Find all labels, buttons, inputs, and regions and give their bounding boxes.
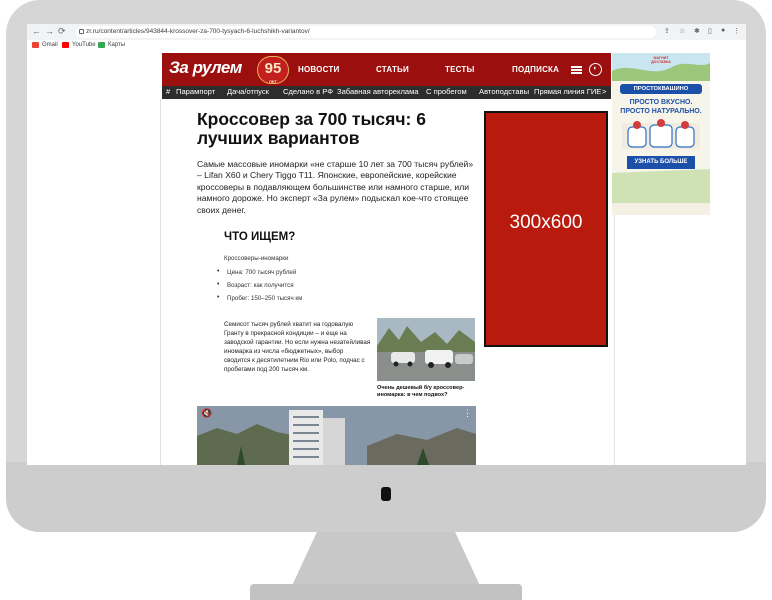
reload-icon[interactable]: ⟳ xyxy=(58,26,66,37)
tag-item[interactable]: Дача/отпуск xyxy=(227,87,269,96)
video-menu-icon[interactable]: ⋮ xyxy=(463,408,472,419)
browser-toolbar: ← → ⟳ zr.ru/content/articles/943844-kros… xyxy=(27,24,746,41)
tag-next-arrow[interactable]: > xyxy=(602,87,606,96)
mute-icon[interactable]: 🔇 xyxy=(201,408,212,419)
criteria-heading: Кроссоверы-иномарки xyxy=(224,255,289,262)
video-player[interactable] xyxy=(197,406,476,465)
nav-subscribe[interactable]: ПОДПИСКА xyxy=(512,65,559,74)
tag-nav: # Парампорт Дача/отпуск Сделано в РФ Заб… xyxy=(162,86,611,99)
related-article-caption[interactable]: Очень дешевый б/у кроссовер-иномарка: в … xyxy=(377,385,477,399)
tag-item[interactable]: Парампорт xyxy=(176,87,215,96)
maps-icon xyxy=(98,42,105,48)
bookmark-maps[interactable]: Карты xyxy=(98,42,125,48)
monitor-base xyxy=(250,584,522,600)
nav-tests[interactable]: ТЕСТЫ xyxy=(445,65,475,74)
ad-size-label: 300x600 xyxy=(509,212,583,233)
share-icon[interactable]: ⇪ xyxy=(664,27,670,35)
tag-item[interactable]: С пробегом xyxy=(426,87,467,96)
store-logo: МАГНИТ ДОСТАВКА xyxy=(651,56,671,64)
monitor-stand xyxy=(290,532,482,590)
account-icon[interactable]: ◐ xyxy=(589,63,602,76)
extensions-icon[interactable]: ✱ xyxy=(694,27,700,35)
bookmark-gmail[interactable]: Gmail xyxy=(32,42,58,48)
bookmarks-bar: Gmail YouTube Карты xyxy=(27,40,746,52)
tag-item[interactable]: Прямая линия ГИЕ xyxy=(534,87,601,96)
related-article-image[interactable] xyxy=(377,318,475,381)
site-logo[interactable]: За рулем xyxy=(169,58,242,78)
youtube-icon xyxy=(62,42,69,48)
article-lead: Самые массовые иномарки «не старше 10 ле… xyxy=(197,159,474,215)
lock-icon xyxy=(79,29,84,34)
tag-item[interactable]: Автоподставы xyxy=(479,87,529,96)
criteria-text: Цена: 700 тысяч рублей xyxy=(227,269,297,276)
tag-hash: # xyxy=(166,87,171,96)
tag-item[interactable]: Забавная автореклама xyxy=(337,87,419,96)
article-title: Кроссовер за 700 тысяч: 6 лучших вариант… xyxy=(197,109,426,148)
site-header: За рулем 95 ЛЕТ НОВОСТИ СТАТЬИ ТЕСТЫ ПОД… xyxy=(162,53,611,86)
nav-articles[interactable]: СТАТЬИ xyxy=(376,65,409,74)
section-heading: ЧТО ИЩЕМ? xyxy=(224,231,296,243)
criteria-text: Возраст: как получится xyxy=(227,282,294,289)
sidebar-icon[interactable]: ▯ xyxy=(708,27,712,35)
apple-logo-icon xyxy=(381,487,391,501)
article-body: Семисот тысяч рублей хватит на годовалую… xyxy=(224,321,371,373)
profile-icon[interactable]: ● xyxy=(721,27,725,34)
badge-sub: ЛЕТ xyxy=(269,79,277,84)
ad-headline-2: ПРОСТО НАТУРАЛЬНО. xyxy=(620,108,702,115)
menu-burger-icon[interactable] xyxy=(571,66,582,74)
bookmark-label: Карты xyxy=(108,42,126,48)
badge-number: 95 xyxy=(264,60,282,77)
criteria-text: Пробег: 150–250 тысяч км xyxy=(227,295,303,302)
nav-news[interactable]: НОВОСТИ xyxy=(298,65,339,74)
ad-headline-1: ПРОСТО ВКУСНО. xyxy=(629,99,693,106)
back-icon[interactable]: ← xyxy=(32,26,41,36)
learn-more-button[interactable]: УЗНАТЬ БОЛЬШЕ xyxy=(627,156,695,169)
bookmark-star-icon[interactable]: ☆ xyxy=(679,27,685,35)
brand-label: ПРОСТОКВАШИНО xyxy=(620,84,702,94)
bookmark-label: YouTube xyxy=(72,42,96,48)
tag-item[interactable]: Сделано в РФ xyxy=(283,87,333,96)
bookmark-label: Gmail xyxy=(42,42,58,48)
anniversary-badge: 95 ЛЕТ xyxy=(257,56,289,84)
browser-screen: ← → ⟳ zr.ru/content/articles/943844-kros… xyxy=(27,24,746,465)
ad-placeholder: 300x600 xyxy=(484,111,608,347)
side-banner-ad[interactable]: МАГНИТ ДОСТАВКА ПРОСТОКВАШИНО ПРОСТО ВКУ… xyxy=(612,53,710,215)
bookmark-youtube[interactable]: YouTube xyxy=(62,42,96,48)
gmail-icon xyxy=(32,42,39,48)
forward-icon[interactable]: → xyxy=(45,26,54,36)
menu-kebab-icon[interactable]: ⋮ xyxy=(733,27,740,35)
url-text: zr.ru/content/articles/943844-krossover-… xyxy=(86,28,310,35)
address-bar[interactable]: zr.ru/content/articles/943844-krossover-… xyxy=(76,26,656,38)
